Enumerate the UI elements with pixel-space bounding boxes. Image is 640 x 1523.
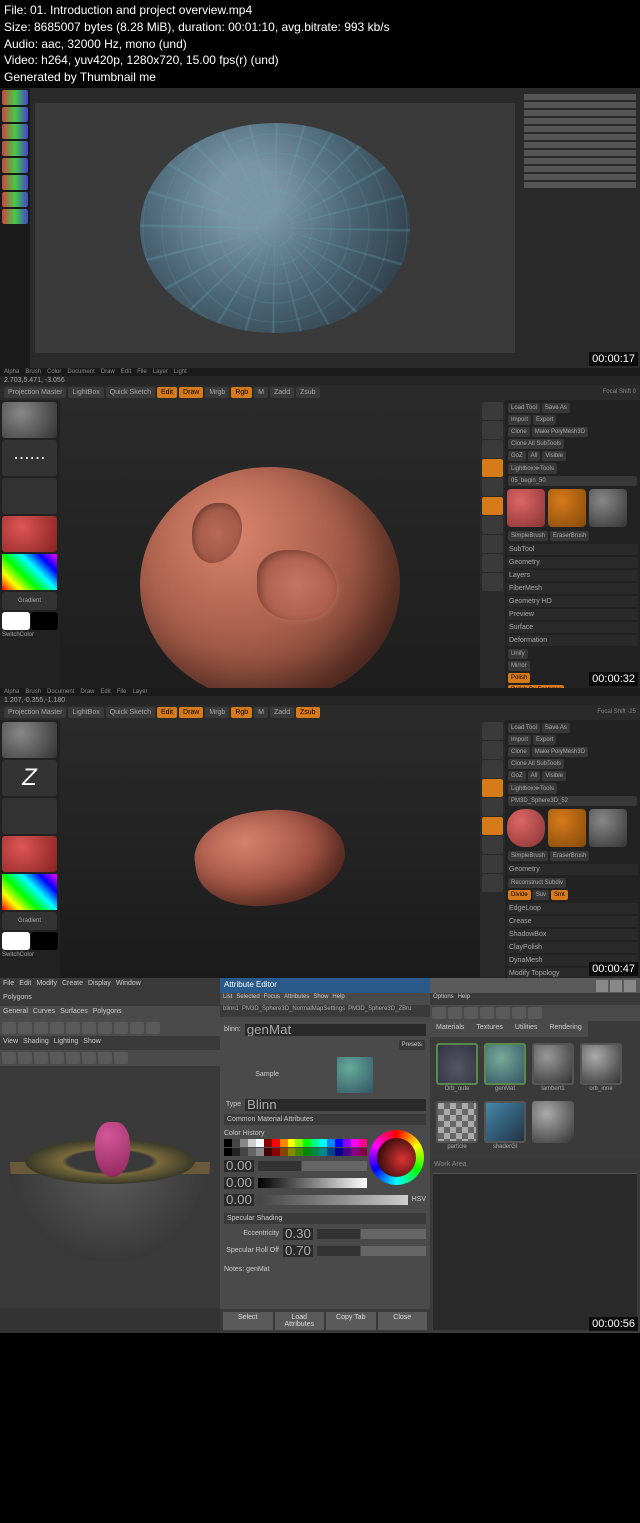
switchcolor-btn[interactable]: SwitchColor: [2, 632, 58, 638]
thumbnail-1: 00:00:17: [0, 88, 640, 368]
orb-model: [10, 1112, 210, 1262]
close-icon[interactable]: [624, 980, 636, 992]
copytab-btn[interactable]: Copy Tab: [326, 1312, 376, 1330]
blinn-name-input[interactable]: [245, 1024, 426, 1036]
maximize-icon[interactable]: [610, 980, 622, 992]
color-main[interactable]: [2, 612, 30, 630]
file-line: File: 01. Introduction and project overv…: [4, 2, 636, 19]
material-swatch[interactable]: [2, 516, 57, 552]
color-swatches[interactable]: [224, 1139, 367, 1156]
hypershade: OptionsHelp MaterialsTexturesUtilitiesRe…: [430, 978, 640, 1333]
color-wheel[interactable]: [369, 1130, 424, 1185]
alpha-swatch[interactable]: [2, 478, 57, 514]
common-section[interactable]: Common Material Attributes: [224, 1114, 426, 1125]
zb-menubar: AlphaBrushColorDocumentDrawEditFileLayer…: [0, 368, 640, 376]
edit-btn[interactable]: Edit: [157, 387, 177, 398]
timestamp-3: 00:00:47: [589, 962, 638, 976]
color-picker[interactable]: [2, 554, 57, 590]
material-sample: [337, 1057, 373, 1093]
thumbnail-4: FileEditModifyCreateDisplayWindow Polygo…: [0, 978, 640, 1333]
maya-shelf[interactable]: [0, 1020, 220, 1036]
thumbnail-3: AlphaBrushDocumentDrawEditFileLayer 1.20…: [0, 688, 640, 978]
maya-viewport[interactable]: [0, 1066, 220, 1308]
work-area[interactable]: [433, 1173, 637, 1330]
material-grid: Orb_oute genMat lambert1 orb_inne partic…: [430, 1037, 640, 1159]
rolloff-input[interactable]: [283, 1245, 313, 1257]
attribute-editor: Attribute Editor ListSelectedFocusAttrib…: [220, 978, 430, 1333]
m-btn[interactable]: M: [254, 387, 268, 398]
close-btn[interactable]: Close: [378, 1312, 428, 1330]
gen-line: Generated by Thumbnail me: [4, 69, 636, 86]
mat-node[interactable]: Orb_oute: [436, 1043, 478, 1095]
timestamp-1: 00:00:17: [589, 352, 638, 366]
lowpoly-blob: [189, 801, 351, 916]
materials-tab[interactable]: Materials: [430, 1021, 470, 1037]
specular-section[interactable]: Specular Shading: [224, 1213, 426, 1224]
minimize-icon[interactable]: [596, 980, 608, 992]
projection-btn[interactable]: Projection Master: [4, 387, 66, 398]
tool-thumb-2[interactable]: [548, 489, 586, 527]
saveas-btn[interactable]: Save As: [542, 403, 570, 413]
tool-thumb-3[interactable]: [589, 489, 627, 527]
tool-thumb[interactable]: [507, 489, 545, 527]
thumbnail-2: AlphaBrushColorDocumentDrawEditFileLayer…: [0, 368, 640, 688]
brush-swatch[interactable]: [2, 402, 57, 438]
timestamp-4: 00:00:56: [589, 1317, 638, 1331]
coords: 2.703,5.471, -3.056: [0, 376, 640, 385]
color-secondary[interactable]: [31, 612, 59, 630]
zadd-btn[interactable]: Zadd: [270, 387, 294, 398]
timestamp-2: 00:00:32: [589, 672, 638, 686]
select-btn[interactable]: Select: [223, 1312, 273, 1330]
ecc-input[interactable]: [283, 1228, 313, 1240]
attr-title: Attribute Editor: [220, 978, 430, 993]
file-info-header: File: 01. Introduction and project overv…: [0, 0, 640, 88]
import-btn[interactable]: Import: [508, 415, 531, 425]
maya-timeline[interactable]: [0, 1308, 220, 1333]
maya-menubar[interactable]: FileEditModifyCreateDisplayWindow: [0, 978, 220, 992]
palette-left: [0, 88, 30, 368]
mrgb-btn[interactable]: Mrgb: [205, 387, 229, 398]
slider[interactable]: [258, 1161, 367, 1171]
stroke-swatch[interactable]: [2, 440, 57, 476]
maya-window: FileEditModifyCreateDisplayWindow Polygo…: [0, 978, 220, 1333]
audio-line: Audio: aac, 32000 Hz, mono (und): [4, 36, 636, 53]
loadtool-btn[interactable]: Load Tool: [508, 403, 540, 413]
size-line: Size: 8685007 bytes (8.28 MiB), duration…: [4, 19, 636, 36]
export-btn[interactable]: Export: [533, 415, 556, 425]
panel-right: [520, 88, 640, 368]
quicksketch-btn[interactable]: Quick Sketch: [106, 387, 155, 398]
draw-btn[interactable]: Draw: [179, 387, 203, 398]
video-line: Video: h264, yuv420p, 1280x720, 15.00 fp…: [4, 52, 636, 69]
rgb-btn[interactable]: Rgb: [231, 387, 252, 398]
type-dropdown[interactable]: [245, 1099, 426, 1111]
loadattr-btn[interactable]: Load Attributes: [275, 1312, 325, 1330]
lightbox-btn[interactable]: LightBox: [68, 387, 103, 398]
zsub-btn[interactable]: Zsub: [296, 387, 320, 398]
gradient-btn[interactable]: Gradient: [2, 592, 57, 610]
zb-toolbar: Projection Master LightBox Quick Sketch …: [0, 385, 640, 400]
wireframe-sphere: [140, 123, 410, 333]
stroke-z-icon[interactable]: Z: [2, 760, 57, 796]
sculpted-sphere: [140, 467, 400, 702]
